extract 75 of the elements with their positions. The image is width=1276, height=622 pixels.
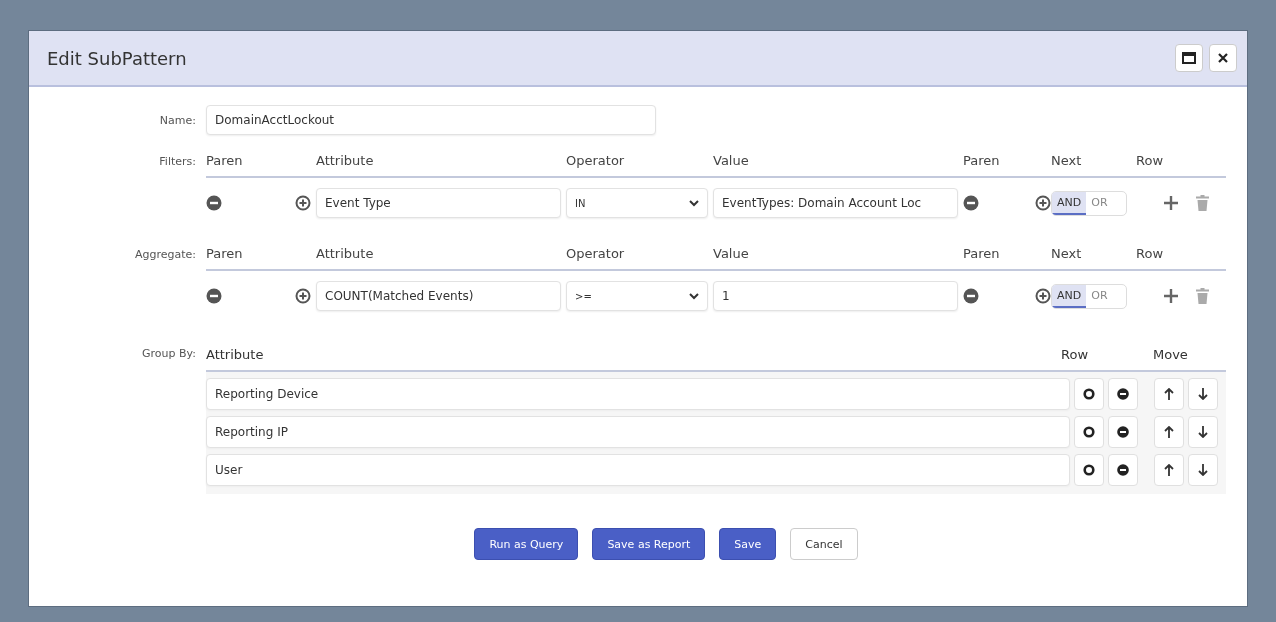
column-header: Next — [1051, 246, 1082, 261]
attribute-field[interactable]: User — [206, 454, 1070, 486]
arrow-down-icon — [1198, 388, 1208, 400]
add-icon[interactable] — [1164, 196, 1178, 210]
remove-paren-icon[interactable] — [963, 288, 979, 304]
column-header: Row — [1061, 347, 1089, 362]
minus-circle-icon — [1117, 388, 1129, 400]
move-up-button[interactable] — [1154, 416, 1184, 448]
column-header: Next — [1051, 153, 1082, 168]
column-header: Value — [713, 246, 749, 261]
value-field[interactable]: EventTypes: Domain Account Loc — [713, 188, 958, 218]
close-button[interactable] — [1209, 44, 1237, 72]
action-button[interactable]: Cancel — [790, 528, 858, 560]
column-header: Row — [1136, 153, 1164, 168]
dialog-title: Edit SubPattern — [47, 47, 188, 69]
section-label: Name: — [158, 113, 197, 127]
move-up-button[interactable] — [1154, 378, 1184, 410]
arrow-down-icon — [1198, 426, 1208, 438]
remove-paren-icon[interactable] — [963, 195, 979, 211]
action-button[interactable]: Save as Report — [592, 528, 706, 560]
caret-icon — [689, 292, 699, 300]
logic-toggle[interactable]: AND — [1052, 284, 1087, 308]
attribute-field[interactable]: COUNT(Matched Events) — [316, 281, 561, 311]
value-field[interactable]: 1 — [713, 281, 958, 311]
attribute-field[interactable]: Event Type — [316, 188, 561, 218]
column-header: Attribute — [316, 246, 374, 261]
column-header: Operator — [566, 153, 625, 168]
add-paren-icon[interactable] — [1035, 288, 1051, 304]
arrow-up-icon — [1164, 426, 1174, 438]
move-down-button[interactable] — [1188, 454, 1218, 486]
add-icon[interactable] — [1164, 289, 1178, 303]
add-paren-icon[interactable] — [295, 288, 311, 304]
maximize-button[interactable] — [1175, 44, 1203, 72]
attribute-field[interactable]: Reporting Device — [206, 378, 1070, 410]
move-down-button[interactable] — [1188, 416, 1218, 448]
column-header: Paren — [206, 153, 243, 168]
section-label: Filters: — [158, 154, 197, 170]
operator-select[interactable]: IN — [566, 188, 708, 218]
add-row-button[interactable] — [1074, 454, 1104, 486]
section-label: Group By: — [141, 347, 197, 362]
attribute-field[interactable]: Reporting IP — [206, 416, 1070, 448]
remove-row-button[interactable] — [1108, 378, 1138, 410]
remove-row-button[interactable] — [1108, 416, 1138, 448]
column-header: Move — [1153, 347, 1188, 362]
remove-paren-icon[interactable] — [206, 288, 222, 304]
add-row-button[interactable] — [1074, 416, 1104, 448]
action-button[interactable]: Save — [719, 528, 777, 560]
action-button[interactable]: Run as Query — [474, 528, 579, 560]
arrow-down-icon — [1198, 464, 1208, 476]
arrow-up-icon — [1164, 388, 1174, 400]
close-icon — [1218, 53, 1228, 63]
minus-circle-icon — [1117, 426, 1129, 438]
logic-toggle[interactable]: AND — [1052, 191, 1087, 215]
remove-row-button[interactable] — [1108, 454, 1138, 486]
add-paren-icon[interactable] — [295, 195, 311, 211]
column-header: Row — [1136, 246, 1164, 261]
column-header: Value — [713, 153, 749, 168]
operator-select[interactable]: >= — [566, 281, 708, 311]
caret-icon — [689, 199, 699, 207]
column-header: Paren — [206, 246, 243, 261]
add-paren-icon[interactable] — [1035, 195, 1051, 211]
column-header: Operator — [566, 246, 625, 261]
column-header: Attribute — [206, 347, 264, 362]
name-field[interactable]: DomainAcctLockout — [206, 105, 656, 135]
move-up-button[interactable] — [1154, 454, 1184, 486]
add-row-button[interactable] — [1074, 378, 1104, 410]
column-header: Paren — [963, 246, 1000, 261]
column-header: Attribute — [316, 153, 374, 168]
remove-paren-icon[interactable] — [206, 195, 222, 211]
column-header: Paren — [963, 153, 1000, 168]
section-label: Aggregate: — [133, 247, 197, 263]
move-down-button[interactable] — [1188, 378, 1218, 410]
maximize-icon — [1182, 52, 1196, 64]
minus-circle-icon — [1117, 464, 1129, 476]
arrow-up-icon — [1164, 464, 1174, 476]
